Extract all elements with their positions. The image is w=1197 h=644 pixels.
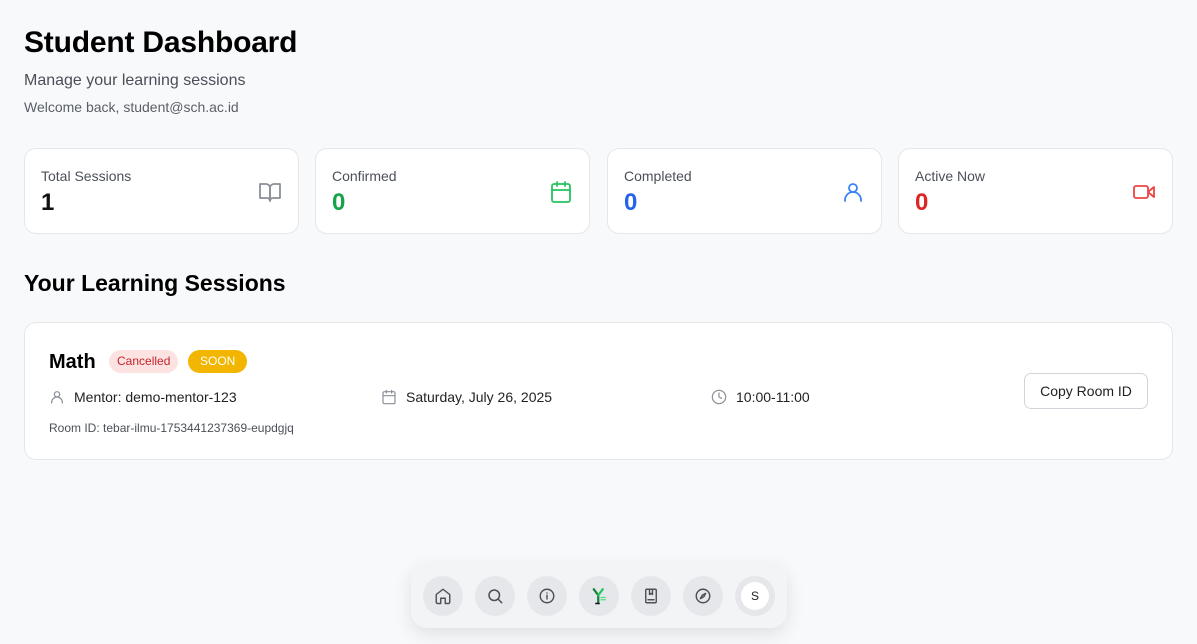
avatar: S <box>741 582 769 610</box>
bookmark-book-icon <box>645 588 657 604</box>
stat-label: Confirmed <box>332 168 397 184</box>
dock-home-button[interactable] <box>423 576 463 616</box>
calendar-icon <box>382 389 396 405</box>
stat-label: Completed <box>624 168 692 184</box>
student-dashboard-page: Student Dashboard Manage your learning s… <box>0 0 1197 644</box>
dock-search-button[interactable] <box>475 576 515 616</box>
user-icon <box>51 391 63 404</box>
time-text: 10:00-11:00 <box>736 389 810 405</box>
session-date: Saturday, July 26, 2025 <box>381 389 552 405</box>
stat-value: 1 <box>41 189 55 216</box>
dock-explore-button[interactable] <box>683 576 723 616</box>
copy-room-id-button[interactable]: Copy Room ID <box>1024 373 1148 409</box>
stat-value: 0 <box>624 189 638 216</box>
date-text: Saturday, July 26, 2025 <box>406 389 553 405</box>
session-subject: Math <box>49 351 96 373</box>
stat-value: 0 <box>915 189 929 216</box>
dock-info-button[interactable] <box>527 576 567 616</box>
user-icon <box>844 183 862 202</box>
home-icon <box>435 588 451 605</box>
clock-icon <box>711 389 727 405</box>
stat-value: 0 <box>332 189 346 216</box>
stat-card-total-sessions: Total Sessions 1 <box>24 148 299 234</box>
video-icon <box>1133 185 1155 199</box>
stat-card-completed: Completed 0 <box>607 148 882 234</box>
mentor-text: Mentor: demo-mentor-123 <box>74 389 237 405</box>
soon-badge: SOON <box>188 350 248 373</box>
sprout-logo-icon <box>592 588 606 605</box>
dock-library-button[interactable] <box>631 576 671 616</box>
book-open-icon <box>259 183 281 202</box>
stat-label: Total Sessions <box>41 168 132 184</box>
section-title: Your Learning Sessions <box>24 270 286 296</box>
session-card: Math Cancelled SOON Mentor: demo-mentor-… <box>24 322 1173 460</box>
stat-card-active-now: Active Now 0 <box>898 148 1173 234</box>
page-subtitle: Manage your learning sessions <box>24 72 246 89</box>
dock-profile-button[interactable]: S <box>735 576 775 616</box>
session-time: 10:00-11:00 <box>711 389 810 405</box>
stat-card-confirmed: Confirmed 0 <box>315 148 590 234</box>
info-icon <box>539 588 555 604</box>
welcome-text: Welcome back, student@sch.ac.id <box>24 99 239 115</box>
dock-logo-button[interactable] <box>579 576 619 616</box>
bottom-dock: S <box>411 563 787 628</box>
stat-label: Active Now <box>915 168 986 184</box>
calendar-icon <box>551 181 571 203</box>
session-mentor: Mentor: demo-mentor-123 <box>49 389 237 405</box>
compass-icon <box>695 588 711 604</box>
room-id-text: Room ID: tebar-ilmu-1753441237369-eupdgj… <box>49 421 294 435</box>
search-icon <box>488 589 503 604</box>
page-title: Student Dashboard <box>24 26 298 59</box>
status-badge: Cancelled <box>109 350 179 373</box>
